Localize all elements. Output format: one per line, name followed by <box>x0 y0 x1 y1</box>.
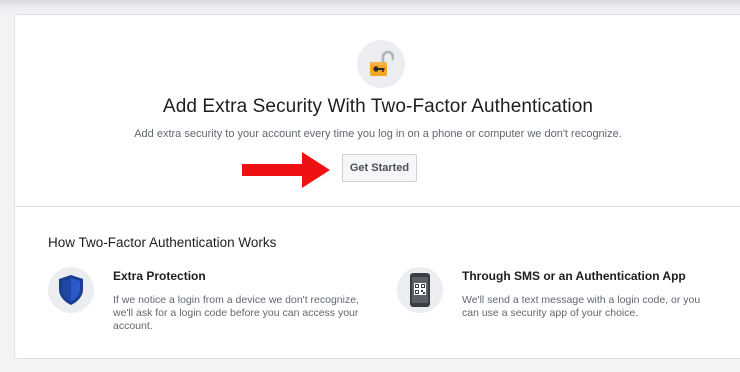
get-started-button[interactable]: Get Started <box>342 154 417 182</box>
feature-description: We'll send a text message with a login c… <box>462 294 701 319</box>
section-divider <box>15 206 740 207</box>
hero-section: Add Extra Security With Two-Factor Authe… <box>15 15 740 206</box>
two-factor-card: Add Extra Security With Two-Factor Authe… <box>14 14 740 359</box>
shield-icon <box>48 267 94 313</box>
feature-title: Extra Protection <box>113 269 206 283</box>
feature-title: Through SMS or an Authentication App <box>462 269 686 283</box>
how-it-works-heading: How Two-Factor Authentication Works <box>48 235 277 250</box>
page-description: Add extra security to your account every… <box>134 128 622 140</box>
page-background: Add Extra Security With Two-Factor Authe… <box>0 0 740 372</box>
feature-description: If we notice a login from a device we do… <box>113 294 359 332</box>
page-title: Add Extra Security With Two-Factor Authe… <box>162 96 594 117</box>
red-arrow-icon <box>242 152 330 188</box>
padlock-key-icon <box>357 40 405 88</box>
phone-qr-code-icon <box>397 267 443 313</box>
